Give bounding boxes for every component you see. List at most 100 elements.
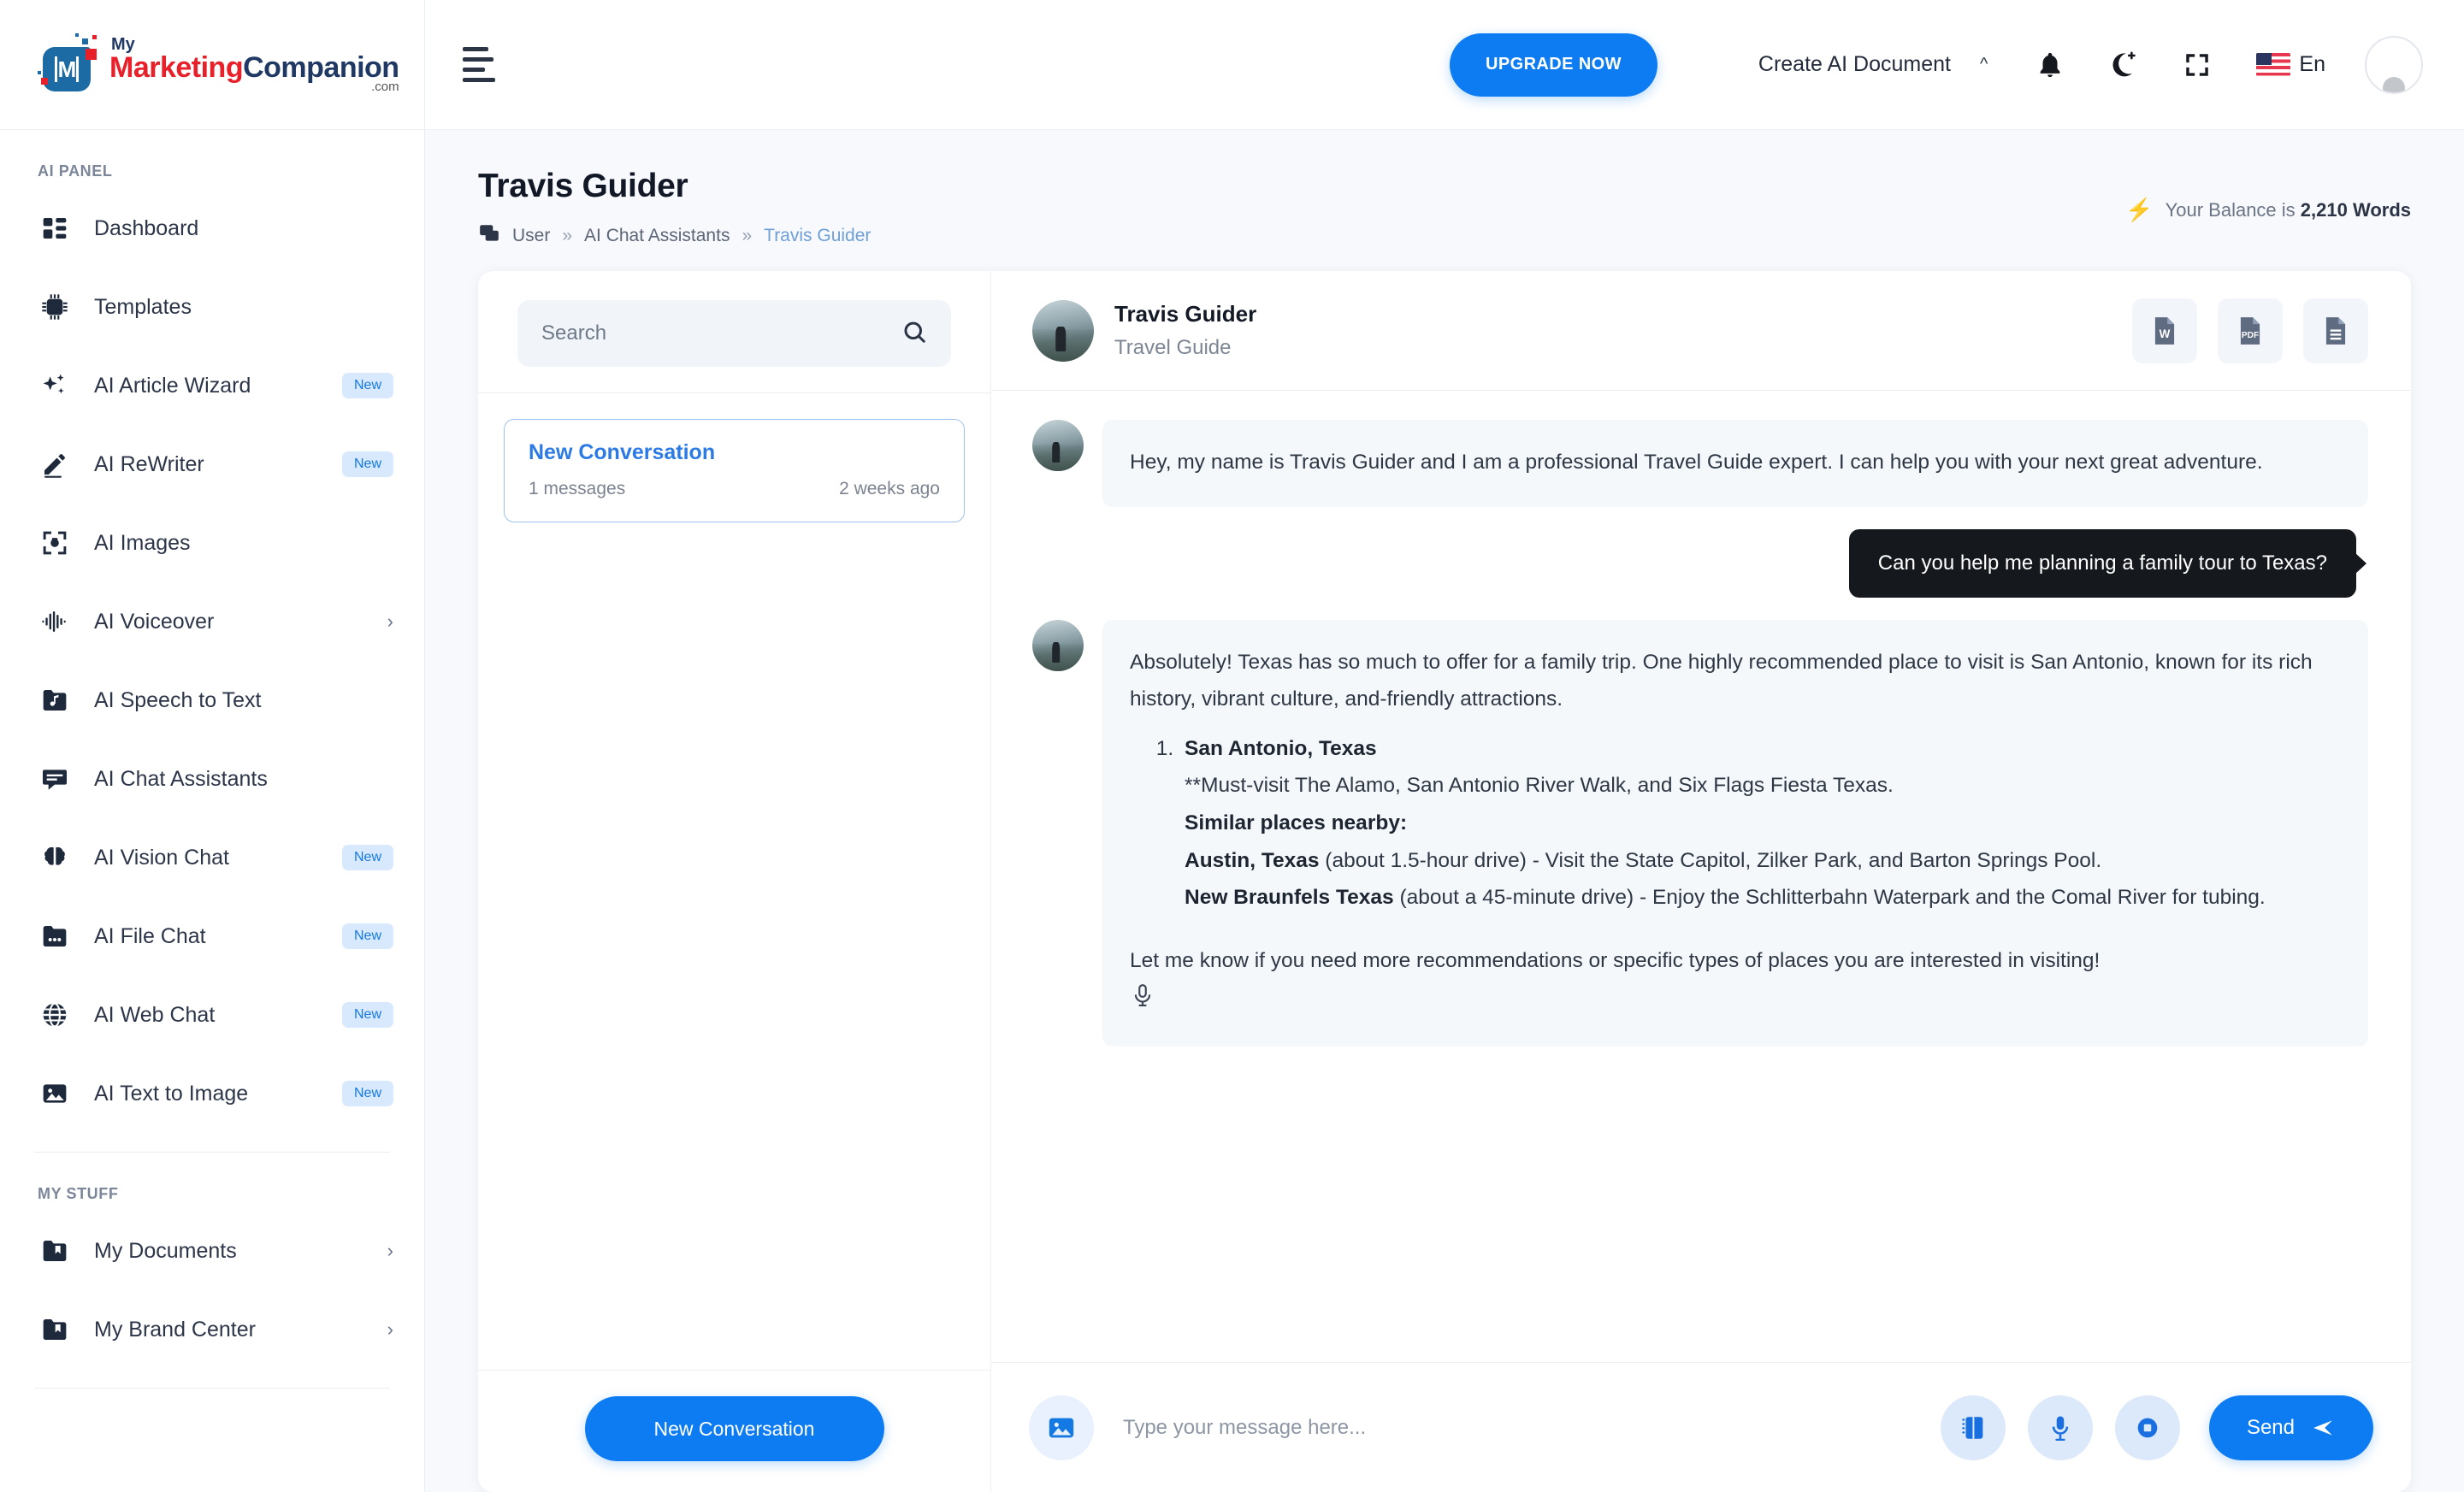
microphone-icon[interactable] (1130, 984, 1155, 1013)
globe-icon (38, 998, 72, 1032)
logo-area[interactable]: M My MarketingCompanion .com (0, 0, 424, 130)
breadcrumb-user[interactable]: User (512, 226, 550, 246)
language-selector[interactable]: En (2256, 52, 2325, 77)
us-flag-icon (2256, 53, 2291, 76)
assistant-answer-bubble: Absolutely! Texas has so much to offer f… (1102, 619, 2368, 1047)
sidebar-item-label: Dashboard (94, 215, 199, 240)
sidebar-item-ai-speech-to-text[interactable]: AI Speech to Text (0, 661, 424, 740)
export-pdf-button[interactable]: PDF (2218, 298, 2283, 363)
conversations-pane: New Conversation 1 messages 2 weeks ago … (478, 271, 991, 1492)
sidebar-item-ai-chat-assistants[interactable]: AI Chat Assistants (0, 740, 424, 818)
answer-list: San Antonio, Texas **Must-visit The Alam… (1179, 730, 2337, 917)
answer-item-title: San Antonio, Texas (1185, 736, 1377, 760)
conversation-item[interactable]: New Conversation 1 messages 2 weeks ago (504, 419, 965, 522)
answer-similar-label: Similar places nearby: (1185, 811, 1408, 835)
stop-recording-icon[interactable] (2114, 1395, 2180, 1460)
message-input[interactable] (1123, 1415, 1920, 1440)
menu-toggle-icon[interactable] (463, 47, 511, 82)
chevron-right-icon: › (387, 610, 393, 632)
file-folder-icon (38, 919, 72, 953)
breadcrumb-travis-guider[interactable]: Travis Guider (764, 226, 871, 246)
create-ai-document-menu[interactable]: Create AI Document ^ (1758, 52, 1988, 77)
sidebar-item-dashboard[interactable]: Dashboard (0, 189, 424, 268)
attach-image-button[interactable] (1029, 1395, 1094, 1460)
bell-icon[interactable] (2036, 50, 2065, 80)
sidebar: M My MarketingCompanion .com AI PANEL Da… (0, 0, 425, 1492)
answer-list-item: San Antonio, Texas **Must-visit The Alam… (1179, 730, 2337, 917)
sidebar-item-ai-images[interactable]: AI Images (0, 504, 424, 582)
breadcrumb-ai-chat-assistants[interactable]: AI Chat Assistants (584, 226, 730, 246)
answer-nearby-austin: Austin, Texas (about 1.5-hour drive) - V… (1185, 848, 2102, 872)
microphone-icon[interactable] (2027, 1395, 2093, 1460)
logo-domain-text: .com (371, 80, 399, 94)
badge-new: New (341, 373, 393, 398)
sidebar-item-my-documents[interactable]: My Documents › (0, 1212, 424, 1290)
chat-messages: Hey, my name is Travis Guider and I am a… (991, 391, 2411, 1362)
sidebar-item-ai-voiceover[interactable]: AI Voiceover › (0, 582, 424, 661)
language-label: En (2299, 52, 2325, 76)
sidebar-item-label: AI Voiceover (94, 609, 215, 634)
audio-folder-icon (38, 683, 72, 717)
answer-must-visit: **Must-visit The Alamo, San Antonio Rive… (1185, 774, 1894, 798)
sidebar-item-label: AI Web Chat (94, 1002, 216, 1027)
sidebar-item-label: AI Text to Image (94, 1081, 249, 1106)
breadcrumb-separator: » (562, 225, 573, 245)
sidebar-item-ai-file-chat[interactable]: AI File Chat New (0, 897, 424, 976)
message-row-assistant: Hey, my name is Travis Guider and I am a… (1032, 420, 2368, 507)
chip-ai-icon (38, 290, 72, 324)
chat-assistants-icon (478, 222, 500, 249)
sidebar-item-label: AI ReWriter (94, 451, 204, 476)
chat-pane: Travis Guider Travel Guide W PDF Hey, my… (991, 271, 2411, 1492)
send-button[interactable]: Send (2208, 1395, 2373, 1460)
sidebar-item-label: Templates (94, 294, 192, 319)
logo-letter: M (54, 56, 80, 82)
sidebar-section-ai-panel: AI PANEL (38, 162, 113, 180)
logo-main-text: MarketingCompanion (109, 51, 399, 84)
answer-closing: Let me know if you need more recommendat… (1130, 948, 2101, 972)
sidebar-item-label: AI Images (94, 530, 191, 555)
search-input[interactable] (541, 321, 901, 345)
sidebar-item-label: AI Vision Chat (94, 845, 229, 870)
page-title: Travis Guider (478, 168, 688, 204)
search-box[interactable] (517, 300, 951, 367)
chat-header: Travis Guider Travel Guide W PDF (991, 271, 2411, 391)
export-word-button[interactable]: W (2132, 298, 2197, 363)
answer-intro: Absolutely! Texas has so much to offer f… (1130, 650, 2313, 711)
picture-icon (38, 1076, 72, 1111)
message-row-user: Can you help me planning a family tour t… (1032, 528, 2368, 598)
fullscreen-icon[interactable] (2183, 50, 2212, 80)
sidebar-item-ai-web-chat[interactable]: AI Web Chat New (0, 976, 424, 1054)
new-conversation-button[interactable]: New Conversation (584, 1396, 884, 1461)
assistant-name: Travis Guider (1114, 301, 1257, 327)
badge-new: New (341, 451, 393, 477)
sidebar-item-ai-vision-chat[interactable]: AI Vision Chat New (0, 818, 424, 897)
chevron-right-icon: › (387, 1240, 393, 1261)
chevron-up-icon[interactable]: ^ (1980, 55, 1988, 74)
brain-icon (38, 840, 72, 875)
folder-bookmark-icon (38, 1234, 72, 1268)
balance-indicator: ⚡ Your Balance is 2,210 Words (2125, 168, 2411, 223)
sidebar-item-my-brand-center[interactable]: My Brand Center › (0, 1290, 424, 1369)
sidebar-item-ai-article-wizard[interactable]: AI Article Wizard New (0, 346, 424, 425)
chat-card: New Conversation 1 messages 2 weeks ago … (478, 271, 2411, 1492)
brand-logo[interactable]: M My MarketingCompanion .com (38, 32, 399, 97)
message-row-assistant-answer: Absolutely! Texas has so much to offer f… (1032, 619, 2368, 1047)
search-icon[interactable] (901, 319, 927, 349)
sidebar-item-ai-text-to-image[interactable]: AI Text to Image New (0, 1054, 424, 1133)
dashboard-icon (38, 211, 72, 245)
sidebar-item-ai-rewriter[interactable]: AI ReWriter New (0, 425, 424, 504)
chevron-right-icon: › (387, 1318, 393, 1340)
logo-my-text: My (111, 35, 135, 54)
user-message-bubble: Can you help me planning a family tour t… (1848, 528, 2356, 598)
export-text-button[interactable] (2303, 298, 2368, 363)
sidebar-item-label: My Brand Center (94, 1317, 256, 1342)
upgrade-now-button[interactable]: UPGRADE NOW (1450, 32, 1657, 97)
assistant-role: Travel Guide (1114, 336, 1232, 359)
sidebar-nav: AI PANEL Dashboard Templates AI Article … (0, 130, 424, 1492)
user-avatar[interactable] (2365, 35, 2423, 94)
sidebar-item-label: AI File Chat (94, 923, 206, 948)
sidebar-item-templates[interactable]: Templates (0, 268, 424, 346)
dark-mode-icon[interactable] (2109, 50, 2138, 80)
breadcrumb: User » AI Chat Assistants » Travis Guide… (478, 222, 871, 249)
prompt-library-icon[interactable] (1940, 1395, 2006, 1460)
